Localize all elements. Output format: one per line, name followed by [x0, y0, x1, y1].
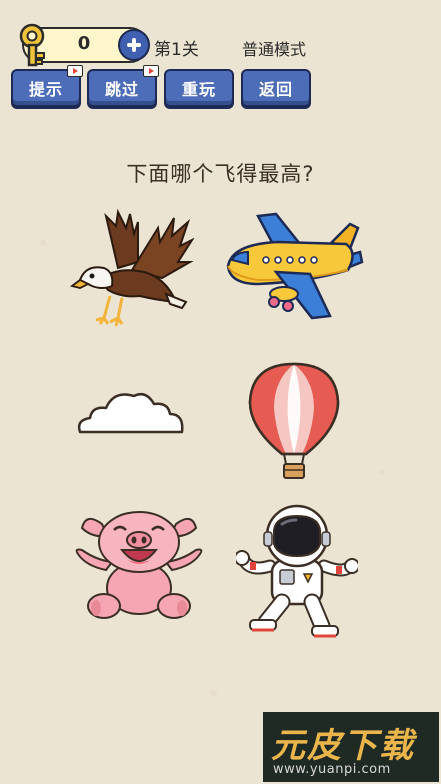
option-hot-air-balloon[interactable] — [244, 360, 344, 482]
paper-texture — [210, 690, 217, 697]
cloud-icon — [77, 393, 184, 434]
watermark-brand: 元皮下载 — [271, 726, 415, 766]
level-label: 第1关 — [154, 40, 199, 60]
watermark-banner: 元皮下载 www.yuanpi.com — [263, 712, 439, 782]
mode-label: 普通模式 — [242, 40, 307, 59]
video-ad-icon — [67, 65, 83, 77]
paper-texture — [40, 240, 46, 246]
skip-button[interactable]: 跳过 — [87, 65, 159, 107]
back-button-label: 返回 — [258, 80, 293, 99]
option-cloud[interactable] — [74, 386, 186, 438]
pig-icon — [75, 511, 203, 619]
skip-button-label: 跳过 — [104, 80, 139, 99]
key-icon — [19, 23, 45, 67]
eagle-icon — [69, 208, 194, 327]
back-button[interactable]: 返回 — [241, 69, 311, 107]
option-astronaut[interactable] — [236, 502, 358, 638]
option-eagle[interactable] — [66, 206, 194, 334]
add-keys-button[interactable] — [118, 29, 150, 61]
video-ad-icon — [143, 65, 159, 77]
hint-button-label: 提示 — [28, 80, 63, 99]
key-count: 0 — [77, 33, 91, 54]
paper-texture — [380, 470, 385, 475]
option-pig[interactable] — [72, 506, 206, 624]
hot-air-balloon-icon — [248, 362, 340, 479]
replay-button-label: 重玩 — [181, 80, 216, 99]
replay-button[interactable]: 重玩 — [164, 69, 234, 107]
option-airplane[interactable] — [218, 208, 368, 328]
astronaut-icon — [236, 504, 358, 638]
question-text: 下面哪个飞得最高? — [126, 162, 315, 186]
airplane-icon — [226, 212, 364, 320]
watermark-url: www.yuanpi.com — [273, 762, 391, 777]
hint-button[interactable]: 提示 — [11, 65, 83, 107]
